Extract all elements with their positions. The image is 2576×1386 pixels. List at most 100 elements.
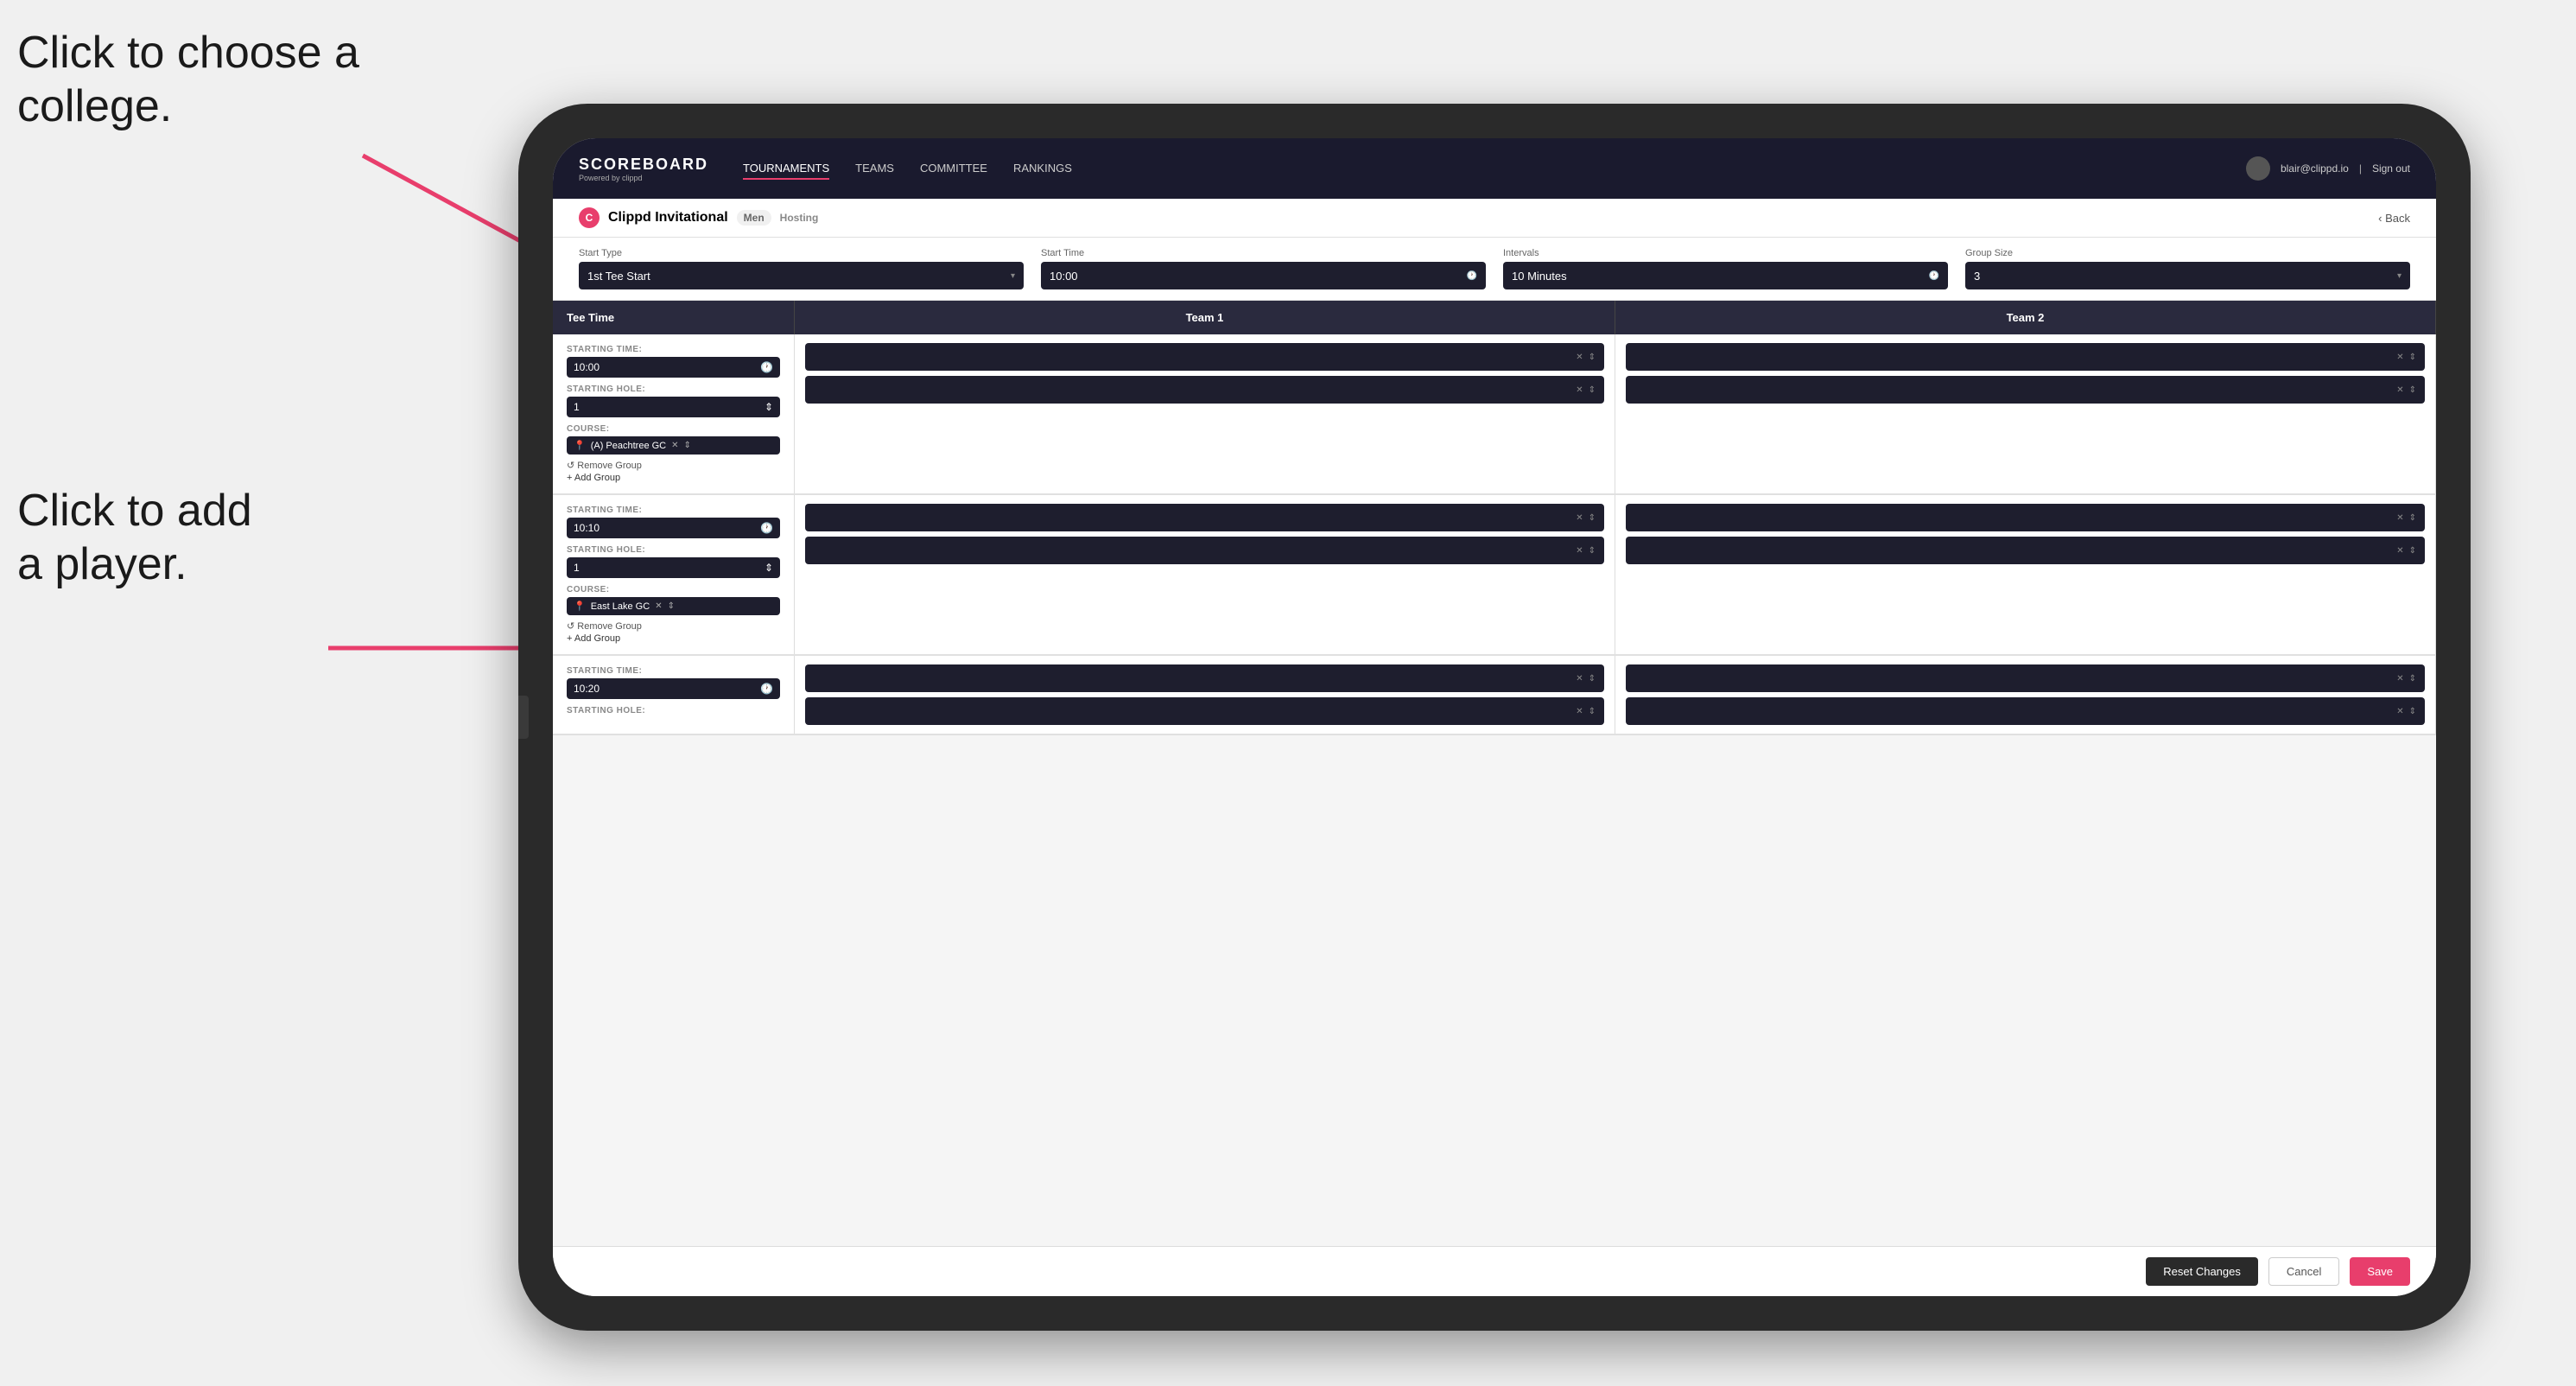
- row2-team1-slot2[interactable]: ✕ ⇕: [805, 537, 1604, 564]
- clippd-logo: C: [579, 207, 600, 228]
- table-header: Tee Time Team 1 Team 2: [553, 301, 2436, 334]
- intervals-select[interactable]: 10 Minutes 🕐: [1503, 262, 1948, 289]
- row1-remove-group-button[interactable]: ↺ Remove Group: [567, 460, 780, 471]
- row2-team1-slot2-x-icon[interactable]: ✕: [1576, 546, 1583, 556]
- row1-add-group-button[interactable]: + Add Group: [567, 473, 780, 483]
- row1-starting-hole-value[interactable]: 1 ⇕: [567, 397, 780, 417]
- row2-clock-icon: 🕐: [760, 522, 773, 534]
- row2-course-remove-icon[interactable]: ✕: [655, 601, 662, 611]
- user-avatar: [2246, 156, 2270, 181]
- row1-group-actions: ↺ Remove Group + Add Group: [567, 460, 780, 483]
- form-row: Start Type 1st Tee Start ▾ Start Time 10…: [553, 238, 2436, 301]
- row1-course-remove-icon[interactable]: ✕: [671, 441, 678, 450]
- row1-team1-slot1[interactable]: ✕ ⇕: [805, 343, 1604, 371]
- row3-team2-slot1-x-icon[interactable]: ✕: [2396, 674, 2403, 683]
- row3-team1-slot2-x-icon[interactable]: ✕: [1576, 707, 1583, 716]
- annotation-bottom-text: Click to adda player.: [17, 486, 252, 589]
- reset-changes-button[interactable]: Reset Changes: [2146, 1257, 2258, 1286]
- row3-team1-slot1-x-icon[interactable]: ✕: [1576, 674, 1583, 683]
- row1-team1-slot2-x-icon[interactable]: ✕: [1576, 385, 1583, 395]
- annotation-bottom: Click to adda player.: [17, 484, 252, 592]
- row1-left-panel: STARTING TIME: 10:00 🕐 STARTING HOLE: 1 …: [553, 334, 795, 493]
- tee-table: Tee Time Team 1 Team 2 STARTING TIME: 10…: [553, 301, 2436, 735]
- row2-starting-time-label: STARTING TIME:: [567, 505, 780, 515]
- brand-sub: Powered by clippd: [579, 174, 708, 182]
- row1-team1-slot1-x-icon[interactable]: ✕: [1576, 353, 1583, 362]
- content-area: Tee Time Team 1 Team 2 STARTING TIME: 10…: [553, 301, 2436, 1246]
- row2-team2-slot2[interactable]: ✕ ⇕: [1626, 537, 2425, 564]
- start-type-label: Start Type: [579, 248, 1024, 258]
- footer: Reset Changes Cancel Save: [553, 1246, 2436, 1296]
- row1-starting-time-label: STARTING TIME:: [567, 345, 780, 354]
- tournament-gender: Men: [737, 210, 771, 226]
- group-size-arrow-icon: ▾: [2397, 271, 2402, 281]
- row3-starting-hole-label: STARTING HOLE:: [567, 706, 780, 715]
- row2-hole-arrows-icon: ⇕: [765, 562, 773, 574]
- tablet-frame: SCOREBOARD Powered by clippd TOURNAMENTS…: [518, 104, 2471, 1331]
- row1-course-chip[interactable]: 📍 (A) Peachtree GC ✕ ⇕: [567, 436, 780, 455]
- row1-team2-slot1-x-icon[interactable]: ✕: [2396, 353, 2403, 362]
- row1-team2-slot2-x-icon[interactable]: ✕: [2396, 385, 2403, 395]
- row3-clock-icon: 🕐: [760, 683, 773, 695]
- row1-course-label: COURSE:: [567, 424, 780, 434]
- row3-team1-slot1[interactable]: ✕ ⇕: [805, 664, 1604, 692]
- row2-course-icon: 📍: [574, 601, 586, 612]
- start-time-group: Start Time 10:00 🕐: [1041, 248, 1486, 289]
- row2-starting-hole-label: STARTING HOLE:: [567, 545, 780, 555]
- row1-team2-slot2[interactable]: ✕ ⇕: [1626, 376, 2425, 404]
- row1-team2-slot2-arrows-icon: ⇕: [2409, 385, 2416, 395]
- row1-team1-slot2[interactable]: ✕ ⇕: [805, 376, 1604, 404]
- row2-add-group-button[interactable]: + Add Group: [567, 633, 780, 644]
- row3-team2-slot1[interactable]: ✕ ⇕: [1626, 664, 2425, 692]
- nav-link-teams[interactable]: TEAMS: [855, 158, 894, 180]
- tournament-title: Clippd Invitational: [608, 210, 728, 226]
- row2-team2-panel: ✕ ⇕ ✕ ⇕: [1615, 495, 2436, 654]
- row3-team2-panel: ✕ ⇕ ✕ ⇕: [1615, 656, 2436, 734]
- row1-starting-time-value[interactable]: 10:00 🕐: [567, 357, 780, 378]
- col-team2: Team 2: [1615, 301, 2436, 334]
- row1-team2-slot1[interactable]: ✕ ⇕: [1626, 343, 2425, 371]
- nav-links: TOURNAMENTS TEAMS COMMITTEE RANKINGS: [743, 158, 2246, 180]
- start-time-clock-icon: 🕐: [1467, 271, 1477, 281]
- tournament-name: C Clippd Invitational Men Hosting: [579, 207, 818, 228]
- row2-team2-slot1-x-icon[interactable]: ✕: [2396, 513, 2403, 523]
- row2-course-chip[interactable]: 📍 East Lake GC ✕ ⇕: [567, 597, 780, 615]
- group-size-select[interactable]: 3 ▾: [1965, 262, 2410, 289]
- cancel-button[interactable]: Cancel: [2268, 1257, 2339, 1286]
- row2-starting-hole-value[interactable]: 1 ⇕: [567, 557, 780, 578]
- row2-team1-panel: ✕ ⇕ ✕ ⇕: [795, 495, 1615, 654]
- nav-link-tournaments[interactable]: TOURNAMENTS: [743, 158, 829, 180]
- row2-group-actions: ↺ Remove Group + Add Group: [567, 620, 780, 644]
- start-type-select[interactable]: 1st Tee Start ▾: [579, 262, 1024, 289]
- brand-title: SCOREBOARD: [579, 156, 708, 174]
- start-time-input[interactable]: 10:00 🕐: [1041, 262, 1486, 289]
- group-size-label: Group Size: [1965, 248, 2410, 258]
- row3-team2-slot2-x-icon[interactable]: ✕: [2396, 707, 2403, 716]
- back-button[interactable]: ‹ Back: [2378, 212, 2410, 225]
- annotation-top: Click to choose acollege.: [17, 26, 359, 134]
- row2-remove-group-button[interactable]: ↺ Remove Group: [567, 620, 780, 632]
- intervals-group: Intervals 10 Minutes 🕐: [1503, 248, 1948, 289]
- group-size-group: Group Size 3 ▾: [1965, 248, 2410, 289]
- sign-out-link[interactable]: Sign out: [2372, 162, 2410, 175]
- row3-team1-slot2[interactable]: ✕ ⇕: [805, 697, 1604, 725]
- row2-team1-slot1-arrows-icon: ⇕: [1589, 513, 1596, 523]
- row2-team1-slot1[interactable]: ✕ ⇕: [805, 504, 1604, 531]
- row3-starting-time-label: STARTING TIME:: [567, 666, 780, 676]
- side-button: [518, 696, 529, 739]
- row2-team2-slot1-arrows-icon: ⇕: [2409, 513, 2416, 523]
- nav-link-rankings[interactable]: RANKINGS: [1013, 158, 1072, 180]
- nav-link-committee[interactable]: COMMITTEE: [920, 158, 987, 180]
- start-type-group: Start Type 1st Tee Start ▾: [579, 248, 1024, 289]
- row1-team2-panel: ✕ ⇕ ✕ ⇕: [1615, 334, 2436, 493]
- row2-starting-time-value[interactable]: 10:10 🕐: [567, 518, 780, 538]
- row1-team1-slot1-arrows-icon: ⇕: [1589, 353, 1596, 362]
- row3-team1-slot2-arrows-icon: ⇕: [1589, 707, 1596, 716]
- row2-team2-slot2-x-icon[interactable]: ✕: [2396, 546, 2403, 556]
- save-button[interactable]: Save: [2350, 1257, 2410, 1286]
- row2-team2-slot1[interactable]: ✕ ⇕: [1626, 504, 2425, 531]
- tournament-hosting: Hosting: [780, 212, 819, 224]
- row2-team1-slot1-x-icon[interactable]: ✕: [1576, 513, 1583, 523]
- row3-starting-time-value[interactable]: 10:20 🕐: [567, 678, 780, 699]
- row3-team2-slot2[interactable]: ✕ ⇕: [1626, 697, 2425, 725]
